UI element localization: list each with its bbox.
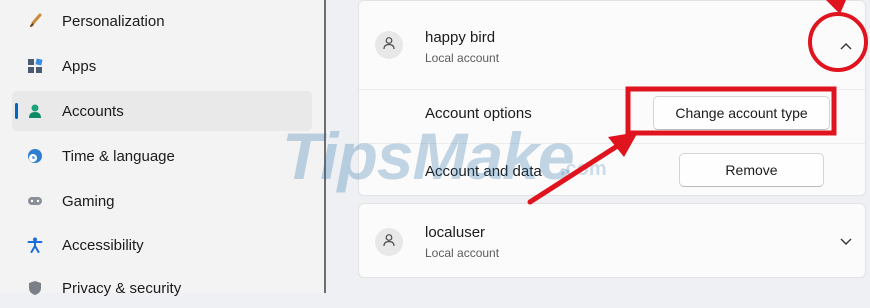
active-indicator — [15, 103, 18, 119]
globe-clock-icon — [26, 147, 44, 165]
sidebar-item-label: Apps — [62, 57, 97, 75]
sidebar-item-time-language[interactable]: Time & language — [12, 136, 312, 176]
sidebar-item-accounts[interactable]: Accounts — [12, 91, 312, 131]
sidebar-item-label: Privacy & security — [62, 279, 182, 297]
account-header-happy-bird[interactable]: happy bird Local account — [359, 1, 865, 89]
sidebar-item-label: Time & language — [62, 147, 175, 165]
shield-icon — [26, 279, 44, 297]
apps-icon — [26, 57, 44, 75]
account-card-localuser[interactable]: localuser Local account — [358, 203, 866, 278]
sidebar-item-apps[interactable]: Apps — [12, 46, 312, 86]
accessibility-icon — [26, 236, 44, 254]
account-type: Local account — [425, 51, 500, 65]
account-name: happy bird — [425, 29, 496, 46]
sidebar-item-label: Accessibility — [62, 236, 144, 254]
change-account-type-button[interactable]: Change account type — [653, 96, 830, 130]
person-outline-icon — [382, 36, 396, 55]
watermark-suffix: .com — [560, 158, 607, 180]
person-icon — [26, 102, 44, 120]
remove-account-button[interactable]: Remove — [679, 153, 824, 187]
row-divider — [359, 89, 865, 90]
chevron-down-icon[interactable] — [837, 232, 855, 250]
sidebar-item-personalization[interactable]: Personalization — [12, 1, 312, 41]
sidebar-item-privacy-security[interactable]: Privacy & security — [12, 268, 312, 308]
paintbrush-icon — [26, 12, 44, 30]
sidebar-item-accessibility[interactable]: Accessibility — [12, 225, 312, 265]
account-name: localuser — [425, 224, 486, 241]
sidebar-item-label: Accounts — [62, 102, 124, 120]
person-outline-icon — [382, 233, 396, 252]
settings-sidebar: Personalization Apps Accounts Time & lan… — [0, 0, 324, 297]
sidebar-item-gaming[interactable]: Gaming — [12, 181, 312, 221]
watermark-logo: TipsMake — [282, 119, 575, 193]
gamepad-icon — [26, 192, 44, 210]
account-type: Local account — [425, 246, 500, 260]
sidebar-item-label: Gaming — [62, 192, 115, 210]
avatar — [375, 31, 403, 59]
chevron-up-icon[interactable] — [837, 37, 855, 55]
sidebar-item-label: Personalization — [62, 12, 165, 30]
avatar — [375, 228, 403, 256]
